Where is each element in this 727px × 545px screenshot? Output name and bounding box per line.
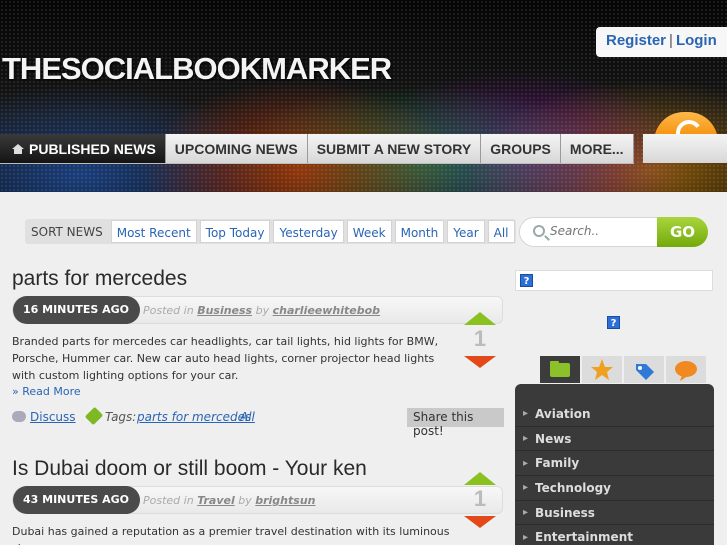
search-icon — [533, 225, 545, 237]
chevron-right-icon: ▸ — [523, 531, 529, 543]
by-label: by — [238, 494, 252, 507]
category-item[interactable]: ▸ Entertainment — [515, 525, 714, 545]
vote-down-icon[interactable] — [464, 356, 496, 368]
sort-label: SORT NEWS — [31, 225, 103, 239]
post-meta: 16 MINUTES AGO Posted in Business by cha… — [12, 296, 503, 324]
search-box: GO — [519, 217, 708, 247]
sort-most-recent[interactable]: Most Recent — [110, 220, 197, 243]
tab-top[interactable] — [582, 356, 622, 383]
nav-groups[interactable]: GROUPS — [481, 134, 561, 163]
chevron-right-icon: ▸ — [523, 482, 529, 494]
vote-up-icon[interactable] — [464, 472, 496, 485]
category-label: Family — [535, 456, 580, 471]
category-label: Aviation — [535, 406, 591, 421]
discuss-icon — [12, 411, 26, 422]
sidebar-tabs — [540, 356, 706, 383]
sort-week[interactable]: Week — [346, 220, 392, 243]
posted-in-label: Posted in — [143, 494, 194, 507]
home-icon — [12, 143, 24, 154]
register-link[interactable]: Register — [606, 32, 666, 49]
sort-top-today[interactable]: Top Today — [199, 220, 271, 243]
auth-separator: | — [669, 32, 673, 49]
post-title[interactable]: Is Dubai doom or still boom - Your ken — [12, 457, 367, 481]
tag-link[interactable]: All — [240, 410, 255, 424]
category-label: Entertainment — [535, 530, 633, 545]
tab-comments[interactable] — [666, 356, 706, 383]
category-item[interactable]: ▸ Aviation — [515, 402, 714, 427]
comment-icon — [675, 361, 697, 381]
main-nav: PUBLISHED NEWS UPCOMING NEWS SUBMIT A NE… — [0, 134, 634, 164]
login-link[interactable]: Login — [676, 32, 717, 49]
tab-categories[interactable] — [540, 356, 580, 383]
tag-link[interactable]: parts for mercedes — [137, 410, 251, 424]
post-author-link[interactable]: charlieewhitebob — [273, 304, 380, 317]
post-category-link[interactable]: Travel — [197, 494, 235, 507]
sort-year[interactable]: Year — [447, 220, 485, 243]
vote-widget: 1 — [464, 472, 496, 528]
site-logo[interactable]: THESOCIALBOOKMARKER — [2, 51, 392, 87]
nav-label: SUBMIT A NEW STORY — [316, 140, 472, 157]
post-time: 43 MINUTES AGO — [13, 486, 140, 514]
post-time: 16 MINUTES AGO — [13, 296, 140, 324]
nav-label: PUBLISHED NEWS — [29, 140, 156, 157]
post-meta: 43 MINUTES AGO Posted in Travel by brigh… — [12, 486, 503, 514]
category-label: News — [535, 431, 572, 446]
nav-upcoming-news[interactable]: UPCOMING NEWS — [165, 134, 308, 163]
category-label: Business — [535, 505, 595, 520]
sort-yesterday[interactable]: Yesterday — [273, 220, 344, 243]
share-post-button[interactable]: Share this post! — [407, 408, 504, 438]
nav-label: GROUPS — [490, 140, 551, 157]
chevron-right-icon: ▸ — [523, 507, 529, 519]
nav-submit-story[interactable]: SUBMIT A NEW STORY — [307, 134, 482, 163]
category-label: Technology — [535, 480, 611, 495]
help-icon[interactable]: ? — [520, 274, 533, 287]
tag-icon — [84, 406, 104, 426]
nav-published-news[interactable]: PUBLISHED NEWS — [0, 134, 166, 163]
vote-up-icon[interactable] — [464, 312, 496, 325]
vote-widget: 1 — [464, 312, 496, 368]
nav-label: UPCOMING NEWS — [174, 140, 298, 157]
sort-all[interactable]: All — [487, 220, 515, 243]
sort-bar: SORT NEWS Most Recent Top Today Yesterda… — [25, 219, 516, 244]
read-more-link[interactable]: » Read More — [12, 385, 81, 398]
post-footer: Discuss Tags: parts for mercedes All Sha… — [12, 406, 504, 438]
search-go-button[interactable]: GO — [657, 217, 708, 247]
category-item[interactable]: ▸ Family — [515, 451, 714, 477]
folder-icon — [550, 361, 570, 377]
posted-in-label: Posted in — [143, 304, 194, 317]
tab-tags[interactable] — [624, 356, 664, 383]
category-item[interactable]: ▸ News — [515, 427, 714, 452]
post-category-link[interactable]: Business — [197, 304, 252, 317]
category-panel: ▸ Aviation ▸ News ▸ Family ▸ Technology ▸ Bus… — [515, 384, 714, 545]
tag-icon — [636, 364, 654, 380]
by-label: by — [255, 304, 270, 317]
post-author-link[interactable]: brightsun — [255, 494, 315, 507]
auth-links: Register | Login — [596, 27, 727, 57]
search-input[interactable] — [550, 224, 650, 238]
chevron-right-icon: ▸ — [523, 408, 529, 420]
tags-label: Tags: — [105, 410, 137, 424]
post-excerpt: Branded parts for mercedes car headlight… — [12, 335, 439, 382]
post-title[interactable]: parts for mercedes — [12, 267, 187, 291]
nav-filler — [643, 134, 727, 163]
vote-count: 1 — [473, 486, 487, 511]
category-item[interactable]: ▸ Technology — [515, 476, 714, 501]
nav-label: MORE... — [569, 140, 624, 157]
sort-month[interactable]: Month — [394, 220, 445, 243]
sidebar-help-box: ? — [515, 270, 713, 291]
post-byline: Posted in Business by charlieewhitebob — [143, 304, 380, 317]
nav-more[interactable]: MORE... — [560, 134, 634, 163]
star-icon — [591, 359, 613, 380]
discuss-link[interactable]: Discuss — [30, 410, 76, 424]
chevron-right-icon: ▸ — [523, 457, 529, 469]
post-byline: Posted in Travel by brightsun — [143, 494, 315, 507]
category-item[interactable]: ▸ Business — [515, 501, 714, 526]
post-excerpt: Dubai has gained a reputation as a premi… — [12, 525, 450, 545]
chevron-right-icon: ▸ — [523, 433, 529, 445]
help-icon[interactable]: ? — [607, 316, 620, 329]
vote-count: 1 — [473, 326, 487, 351]
